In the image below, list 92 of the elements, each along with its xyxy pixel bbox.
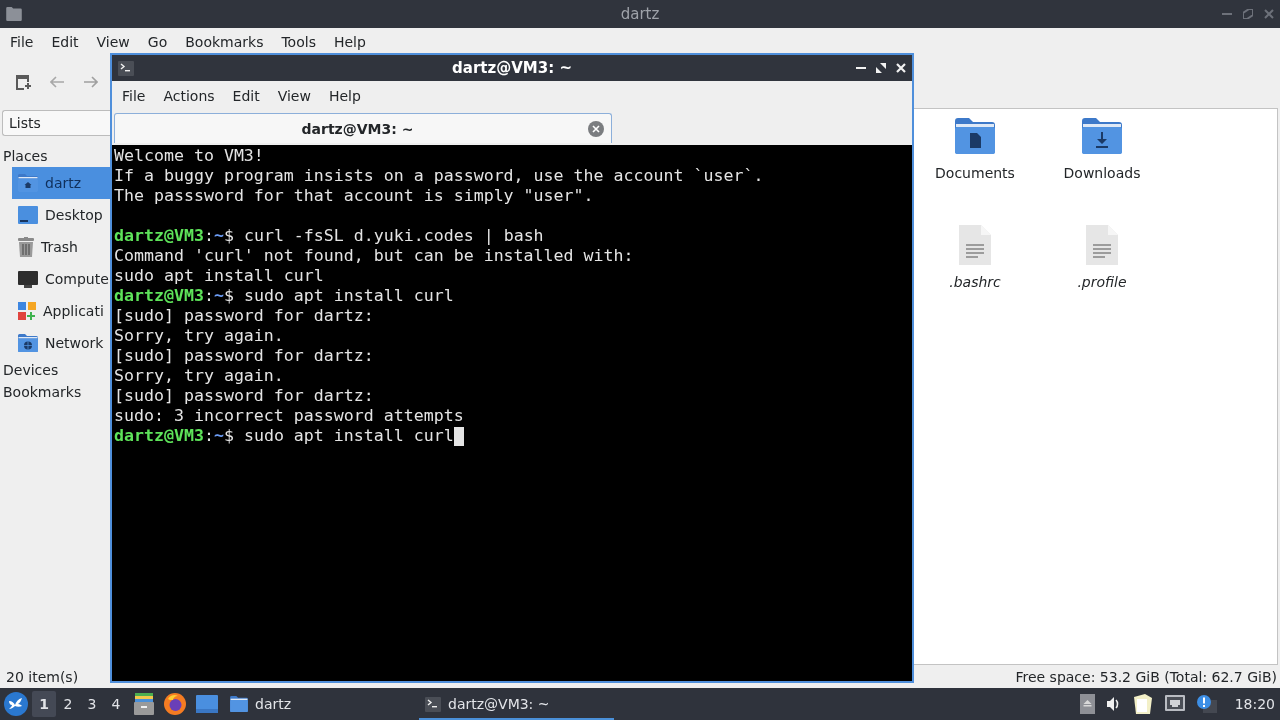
terminal-output: Command 'curl' not found, but can be installed with: (114, 246, 634, 266)
terminal-icon (425, 696, 441, 712)
terminal-output: The passsword for that account is simply "user". (114, 186, 594, 206)
desktop-icon (18, 206, 38, 224)
terminal-output: Sorry, try again. (114, 326, 284, 346)
prompt-path: ~ (213, 286, 224, 306)
terminal-output: sudo: 3 incorrect password attempts (114, 406, 464, 426)
trash-icon (18, 237, 34, 257)
sidebar-item[interactable]: Applicati (12, 295, 110, 327)
text-file-icon (1086, 225, 1118, 265)
prompt-symbol: $ (223, 426, 234, 446)
menu-item[interactable]: File (113, 87, 155, 104)
command-text: curl -fsSL d.yuki.codes | bash (243, 226, 544, 246)
command-text: sudo apt install curl (243, 286, 454, 306)
sidebar-item[interactable]: Desktop (12, 199, 110, 231)
new-tab-icon[interactable] (15, 74, 31, 90)
free-space: Free space: 53.2 GiB (Total: 62.7 GiB) (1015, 669, 1277, 685)
task-button[interactable]: dartz (224, 688, 419, 720)
sidebar-heading[interactable]: Places (0, 145, 110, 167)
prompt-path: ~ (213, 226, 224, 246)
prompt-symbol: $ (223, 286, 234, 306)
menu-item[interactable]: View (268, 87, 320, 104)
tab-close-icon[interactable] (588, 120, 604, 137)
volume-icon[interactable] (1106, 697, 1121, 711)
text-file-icon (959, 225, 991, 265)
menu-item[interactable]: Bookmarks (176, 34, 273, 50)
sidebar-item[interactable]: Network (12, 327, 110, 359)
terminal-output: Welcome to VM3! (114, 146, 264, 166)
file-drawer-icon[interactable] (134, 693, 154, 715)
file-name[interactable]: .profile (1077, 274, 1127, 290)
task-button[interactable]: dartz@VM3: ~ (419, 688, 614, 720)
menu-item[interactable]: File (1, 34, 43, 50)
menu-item[interactable]: View (87, 34, 139, 50)
menu-item[interactable]: Edit (42, 34, 88, 50)
menu-item[interactable]: Edit (223, 87, 269, 104)
menu-item[interactable]: Actions (154, 87, 224, 104)
terminal-output: [sudo] password for dartz: (114, 346, 374, 366)
workspace-button[interactable]: 4 (104, 691, 128, 717)
documents-folder-icon (955, 118, 995, 154)
file-name[interactable]: Downloads (1063, 165, 1141, 181)
bird-logo-icon[interactable] (4, 692, 28, 716)
home-folder-icon (18, 174, 38, 192)
sidebar-item[interactable]: Compute (12, 263, 110, 295)
file-name[interactable]: .bashrc (949, 274, 1001, 290)
menu-item[interactable]: Help (319, 87, 370, 104)
sidebar-heading[interactable]: Devices (0, 359, 110, 381)
clipboard-icon[interactable] (1132, 694, 1153, 714)
window-title: dartz (620, 5, 660, 23)
workspace-button[interactable]: 1 (32, 691, 56, 717)
flame-globe-icon[interactable] (164, 693, 186, 715)
prompt-user-host: dartz@VM3 (114, 286, 204, 306)
alert-screen-icon[interactable] (1196, 695, 1217, 713)
terminal-output: [sudo] password for dartz: (114, 386, 374, 406)
terminal-tab[interactable]: dartz@VM3: ~ (114, 113, 612, 143)
folder-icon (230, 696, 248, 712)
maximize-icon[interactable] (876, 63, 886, 73)
terminal-output: [sudo] password for dartz: (114, 306, 374, 326)
prompt-separator: : (203, 286, 214, 306)
terminal-output: sudo apt install curl (114, 266, 324, 286)
clock[interactable]: 18:20 (1234, 696, 1275, 712)
menu-item[interactable]: Go (138, 34, 177, 50)
prompt-symbol: $ (223, 226, 234, 246)
command-text: sudo apt install curl (243, 426, 454, 446)
prompt-separator: : (203, 226, 214, 246)
tab-title: dartz@VM3: ~ (300, 120, 415, 137)
prompt-separator: : (203, 426, 214, 446)
prompt-path: ~ (213, 426, 224, 446)
window-title: dartz@VM3: ~ (452, 59, 572, 77)
apps-grid-icon (18, 302, 36, 320)
terminal-screen[interactable] (112, 145, 912, 681)
monitor-icon (18, 270, 38, 288)
folder-icon (6, 7, 22, 21)
item-count: 20 item(s) (6, 669, 79, 685)
terminal-output: If a buggy program insists on a password, use the account `user`. (114, 166, 764, 186)
network-folder-icon (18, 334, 38, 352)
workspace-button[interactable]: 2 (56, 691, 80, 717)
view-selector[interactable]: Lists (2, 110, 110, 136)
sidebar-item[interactable]: dartz (12, 167, 110, 199)
sidebar-item[interactable]: Trash (12, 231, 110, 263)
restore-icon[interactable] (1243, 9, 1253, 19)
menu-item[interactable]: Tools (272, 34, 325, 50)
workspace-button[interactable]: 3 (80, 691, 104, 717)
terminal-output: Sorry, try again. (114, 366, 284, 386)
menu-item[interactable]: Help (324, 34, 375, 50)
downloads-folder-icon (1082, 118, 1122, 154)
eject-icon[interactable] (1079, 694, 1095, 714)
prompt-user-host: dartz@VM3 (114, 226, 204, 246)
file-name[interactable]: Documents (935, 165, 1015, 181)
ethernet-icon[interactable] (1164, 695, 1185, 713)
sidebar-heading[interactable]: Bookmarks (0, 381, 110, 403)
prompt-user-host: dartz@VM3 (114, 426, 204, 446)
terminal-icon (118, 60, 134, 76)
